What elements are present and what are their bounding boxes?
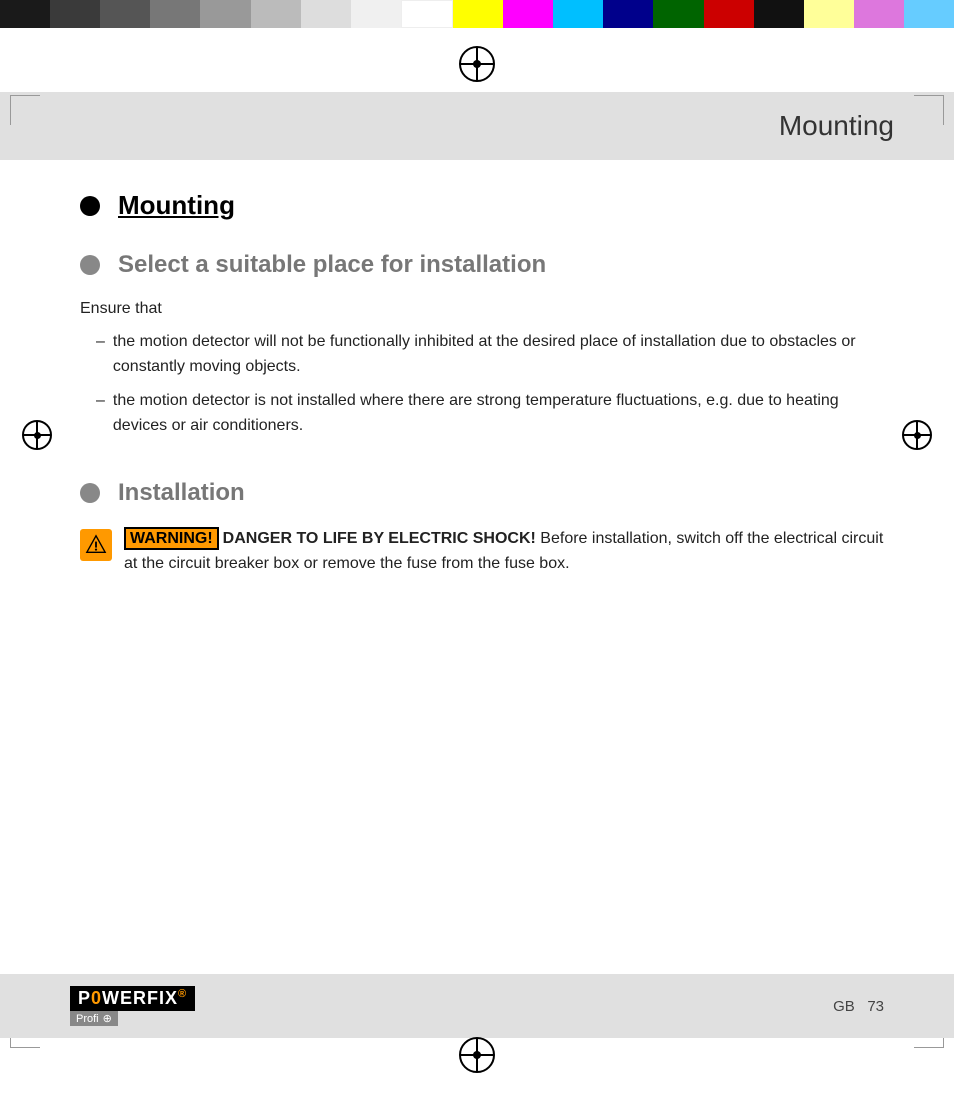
- top-reg-area: [0, 28, 954, 92]
- color-seg-7: [301, 0, 351, 28]
- header-title: Mounting: [779, 110, 894, 142]
- warning-danger-text: DANGER TO LIFE BY ELECTRIC SHOCK!: [223, 530, 536, 547]
- list-section: – the motion detector will not be functi…: [96, 330, 884, 439]
- right-reg-mark: [902, 420, 932, 450]
- installation-bullet: [80, 483, 100, 503]
- list-item-2: – the motion detector is not installed w…: [96, 389, 884, 439]
- color-seg-15: [704, 0, 754, 28]
- color-bar: [0, 0, 954, 28]
- main-content: Mounting Select a suitable place for ins…: [0, 160, 954, 597]
- color-seg-10: [453, 0, 503, 28]
- select-place-text: Select a suitable place for installation: [118, 251, 546, 279]
- powerfix-brand: P0WERFIX®: [70, 986, 195, 1011]
- mounting-section-heading: Mounting: [80, 190, 884, 221]
- mounting-bullet: [80, 196, 100, 216]
- left-reg-mark: [22, 420, 52, 450]
- select-place-heading: Select a suitable place for installation: [80, 251, 884, 279]
- crop-mark-tr: [914, 95, 944, 125]
- color-seg-6: [251, 0, 301, 28]
- color-seg-16: [754, 0, 804, 28]
- color-seg-12: [553, 0, 603, 28]
- color-seg-13: [603, 0, 653, 28]
- list-text-1: the motion detector will not be function…: [113, 330, 884, 380]
- warning-block: WARNING!DANGER TO LIFE BY ELECTRIC SHOCK…: [80, 527, 884, 577]
- list-item-1: – the motion detector will not be functi…: [96, 330, 884, 380]
- color-seg-9: [401, 0, 453, 28]
- color-seg-3: [100, 0, 150, 28]
- color-seg-2: [50, 0, 100, 28]
- brand-highlight: 0: [91, 988, 102, 1008]
- ensure-label: Ensure that: [80, 297, 884, 322]
- bottom-reg-mark: [459, 1037, 495, 1073]
- installation-heading: Installation: [118, 479, 245, 507]
- mounting-heading: Mounting: [118, 190, 235, 221]
- color-seg-8: [351, 0, 401, 28]
- list-dash-1: –: [96, 330, 105, 380]
- color-seg-4: [150, 0, 200, 28]
- color-seg-17: [804, 0, 854, 28]
- warning-icon: [80, 529, 112, 561]
- color-seg-19: [904, 0, 954, 28]
- bottom-reg-area: [0, 1023, 954, 1083]
- page-label: GB: [833, 998, 855, 1015]
- color-seg-18: [854, 0, 904, 28]
- warning-text: WARNING!DANGER TO LIFE BY ELECTRIC SHOCK…: [124, 527, 884, 577]
- color-seg-5: [200, 0, 250, 28]
- list-dash-2: –: [96, 389, 105, 439]
- powerfix-logo: P0WERFIX® Profi ⊕: [70, 986, 195, 1026]
- color-seg-11: [503, 0, 553, 28]
- header-band: Mounting: [0, 92, 954, 160]
- select-place-bullet: [80, 255, 100, 275]
- page-number: 73: [867, 998, 884, 1015]
- color-seg-1: [0, 0, 50, 28]
- list-text-2: the motion detector is not installed whe…: [113, 389, 884, 439]
- page-info: GB 73: [833, 998, 884, 1015]
- color-seg-14: [653, 0, 703, 28]
- crop-mark-tl: [10, 95, 40, 125]
- warning-label: WARNING!: [124, 527, 219, 550]
- top-reg-mark: [459, 46, 495, 82]
- installation-section-heading: Installation: [80, 479, 884, 507]
